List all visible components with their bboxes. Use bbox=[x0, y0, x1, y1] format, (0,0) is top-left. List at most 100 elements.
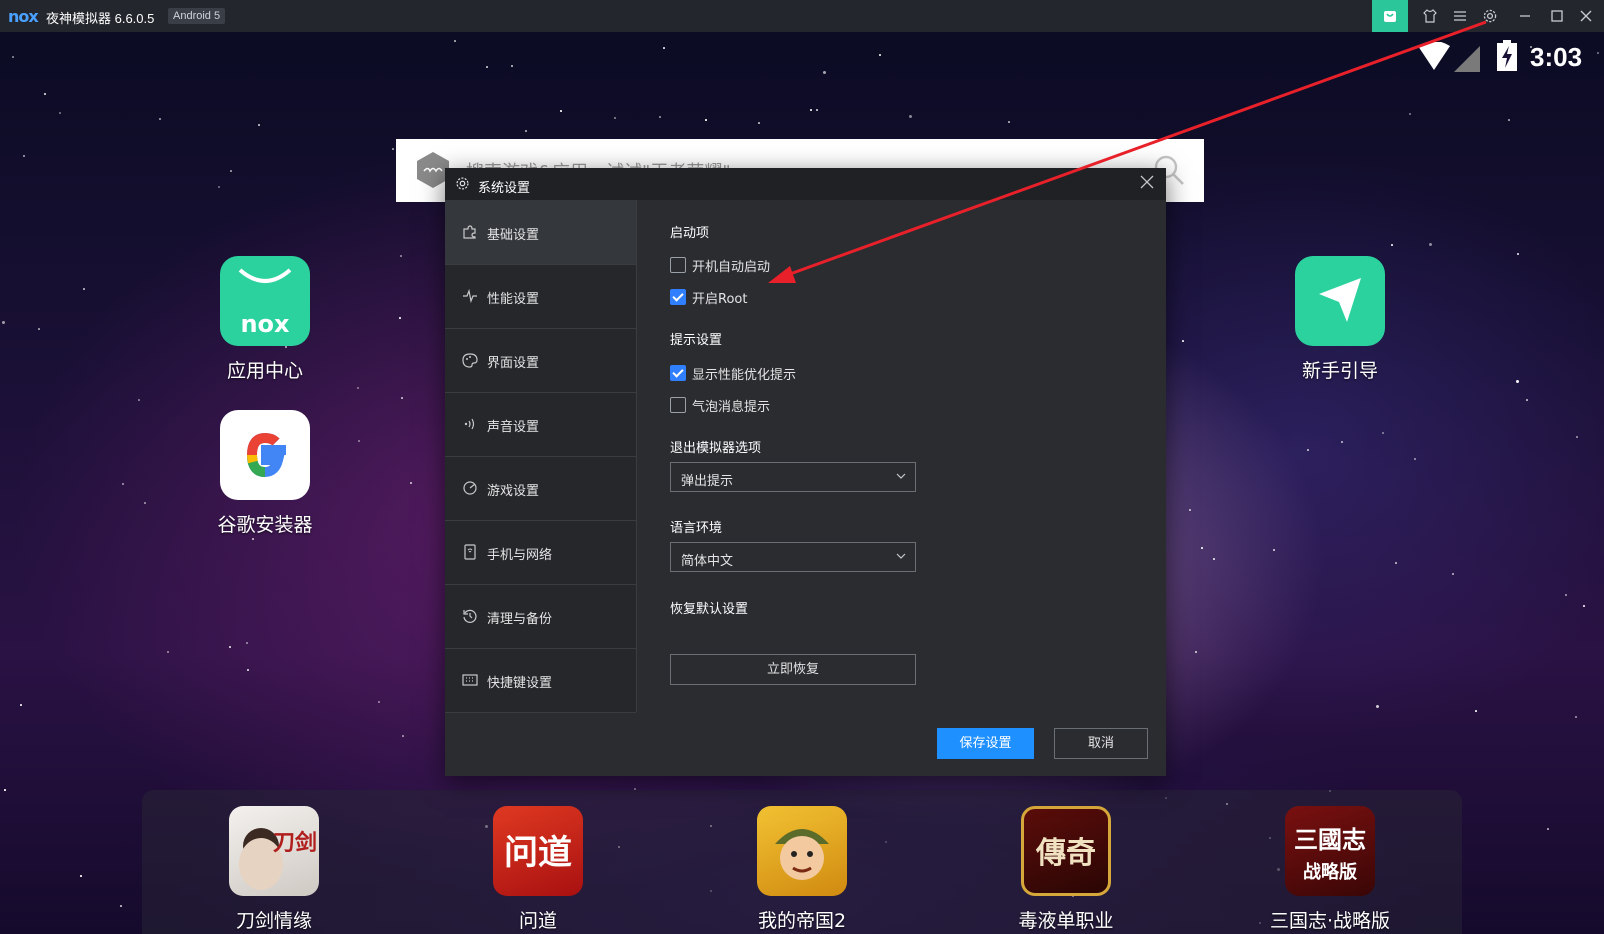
game-art-text: 三國志 bbox=[1294, 825, 1366, 854]
star bbox=[401, 397, 403, 399]
star bbox=[823, 71, 826, 74]
nav-item-basic[interactable]: 基础设置 bbox=[445, 200, 636, 265]
star bbox=[247, 669, 249, 671]
battery-charging-icon bbox=[1497, 40, 1517, 71]
star bbox=[59, 112, 61, 114]
exit-option-select[interactable]: 弹出提示 bbox=[670, 462, 916, 492]
nav-item-shortcuts[interactable]: 快捷键设置 bbox=[445, 648, 636, 713]
star bbox=[399, 317, 401, 319]
star bbox=[167, 651, 169, 653]
desktop-app-app-center[interactable]: nox 应用中心 bbox=[195, 256, 335, 383]
star bbox=[1565, 594, 1567, 596]
star bbox=[614, 117, 616, 119]
star bbox=[1409, 113, 1411, 115]
nav-label: 快捷键设置 bbox=[487, 676, 553, 691]
star bbox=[246, 642, 248, 644]
star bbox=[1526, 399, 1528, 401]
star bbox=[1382, 432, 1384, 434]
dialog-close-button[interactable] bbox=[1138, 175, 1156, 193]
cancel-button[interactable]: 取消 bbox=[1054, 728, 1148, 759]
nav-label: 基础设置 bbox=[487, 228, 540, 243]
game-icon-daojian: 刀剑 bbox=[229, 806, 319, 896]
star bbox=[1391, 244, 1393, 246]
star bbox=[1182, 340, 1184, 342]
title-bar: nox 夜神模拟器 6.6.0.5 Android 5 bbox=[0, 0, 1604, 32]
dock-app-venom[interactable]: 傳奇 毒液单职业 bbox=[996, 806, 1136, 933]
game-icon bbox=[462, 480, 478, 496]
shirt-icon bbox=[1423, 9, 1437, 23]
star bbox=[1008, 121, 1010, 123]
game-icon-sanguozhi: 三國志 战略版 bbox=[1285, 806, 1375, 896]
dock-app-sanguozhi[interactable]: 三國志 战略版 三国志·战略版 bbox=[1260, 806, 1400, 933]
star bbox=[144, 502, 146, 504]
checkbox-enable-root[interactable] bbox=[670, 289, 686, 305]
nav-item-game[interactable]: 游戏设置 bbox=[445, 456, 636, 521]
checkbox-bubble-tips[interactable] bbox=[670, 397, 686, 413]
nav-item-phone-network[interactable]: 手机与网络 bbox=[445, 520, 636, 585]
nav-item-interface[interactable]: 界面设置 bbox=[445, 328, 636, 393]
sound-icon bbox=[462, 416, 478, 432]
nav-item-sound[interactable]: 声音设置 bbox=[445, 392, 636, 457]
star bbox=[410, 482, 412, 484]
nox-app-center-icon: nox bbox=[220, 256, 310, 346]
settings-side-nav: 基础设置 性能设置 界面设置 声音设置 游戏设置 手机与网络 清理与备份 快捷键… bbox=[445, 200, 637, 713]
checkbox-performance-tips[interactable] bbox=[670, 365, 686, 381]
close-icon bbox=[1140, 175, 1154, 189]
dock-app-wendao[interactable]: 问道 问道 bbox=[468, 806, 608, 933]
star bbox=[909, 115, 912, 118]
shop-button[interactable] bbox=[1372, 0, 1408, 32]
restore-defaults-button[interactable]: 立即恢复 bbox=[670, 654, 916, 685]
gear-icon bbox=[1483, 9, 1497, 23]
star bbox=[1307, 449, 1309, 451]
dock-app-my-empire[interactable]: 我的帝国2 bbox=[732, 806, 872, 933]
desktop-app-beginner-guide[interactable]: 新手引导 bbox=[1270, 256, 1410, 383]
star bbox=[252, 538, 254, 540]
nav-label: 游戏设置 bbox=[487, 484, 540, 499]
nav-item-performance[interactable]: 性能设置 bbox=[445, 264, 636, 329]
checkbox-auto-start[interactable] bbox=[670, 257, 686, 273]
minimize-button[interactable] bbox=[1507, 0, 1543, 32]
star bbox=[122, 483, 124, 485]
star bbox=[1508, 119, 1510, 121]
star bbox=[1201, 547, 1203, 549]
logo-text: nox bbox=[240, 310, 290, 338]
wifi-icon bbox=[1418, 42, 1450, 70]
star bbox=[1475, 710, 1477, 712]
app-label: 新手引导 bbox=[1301, 360, 1378, 382]
star bbox=[1576, 436, 1578, 438]
star bbox=[4, 789, 6, 791]
star bbox=[1213, 558, 1215, 560]
settings-button[interactable] bbox=[1472, 0, 1508, 32]
star bbox=[1341, 441, 1343, 443]
section-title-language: 语言环境 bbox=[670, 521, 723, 536]
star bbox=[357, 387, 359, 389]
star bbox=[1516, 380, 1519, 383]
dialog-header: 系统设置 bbox=[445, 168, 1166, 200]
app-label: 毒液单职业 bbox=[1018, 910, 1114, 932]
settings-dialog: 系统设置 基础设置 性能设置 界面设置 声音设置 游戏设置 手机与网络 清理与备… bbox=[445, 168, 1166, 776]
star bbox=[511, 65, 513, 67]
section-title-restore: 恢复默认设置 bbox=[670, 602, 749, 617]
star bbox=[1429, 243, 1432, 246]
app-label: 问道 bbox=[518, 910, 557, 932]
dock-app-daojian[interactable]: 刀剑 刀剑情缘 bbox=[204, 806, 344, 933]
google-installer-icon bbox=[220, 410, 310, 500]
desktop-app-google-installer[interactable]: 谷歌安装器 bbox=[195, 410, 335, 537]
star bbox=[1452, 573, 1454, 575]
close-window-button[interactable] bbox=[1568, 0, 1604, 32]
save-settings-button[interactable]: 保存设置 bbox=[937, 728, 1034, 759]
palette-icon bbox=[462, 352, 478, 368]
star bbox=[392, 148, 394, 150]
nav-item-cleanup-backup[interactable]: 清理与备份 bbox=[445, 584, 636, 649]
app-title: 夜神模拟器 6.6.0.5 bbox=[46, 11, 155, 26]
star bbox=[816, 109, 818, 111]
star bbox=[38, 328, 40, 330]
star bbox=[1189, 509, 1191, 511]
game-icon-wendao: 问道 bbox=[493, 806, 583, 896]
star bbox=[138, 399, 140, 401]
language-select[interactable]: 简体中文 bbox=[670, 542, 916, 572]
minimize-icon bbox=[1520, 15, 1530, 17]
section-title-exit: 退出模拟器选项 bbox=[670, 441, 762, 456]
android-version-badge: Android 5 bbox=[168, 8, 226, 24]
maximize-icon bbox=[1551, 10, 1563, 22]
